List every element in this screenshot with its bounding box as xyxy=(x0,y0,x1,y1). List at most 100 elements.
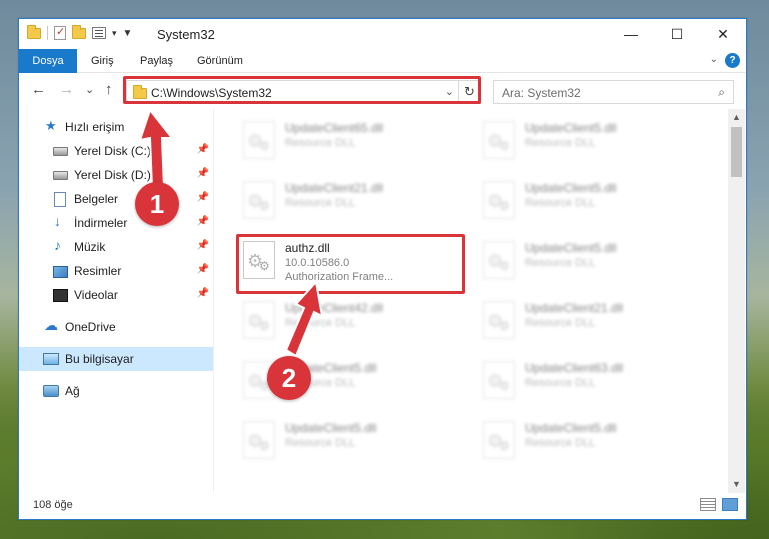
sidebar-item-label: Yerel Disk (D:) xyxy=(74,168,151,182)
sidebar-item-quick-access[interactable]: ★ Hızlı erişim xyxy=(19,115,213,139)
sidebar-item-pictures[interactable]: Resimler 📌 xyxy=(19,259,213,283)
computer-icon xyxy=(43,353,59,365)
vertical-scrollbar[interactable]: ▲ ▼ xyxy=(728,109,745,493)
pin-icon[interactable]: 📌 xyxy=(197,264,209,275)
tiles-view-icon[interactable] xyxy=(722,498,738,511)
forward-button[interactable]: → xyxy=(59,81,74,98)
dll-file-icon xyxy=(483,181,515,219)
toolbar-menu-icon[interactable]: ▼ xyxy=(123,28,133,39)
file-type: Resource DLL xyxy=(525,317,596,329)
pictures-icon xyxy=(53,266,68,278)
file-highlight-box xyxy=(236,234,465,294)
sidebar-item-label: İndirmeler xyxy=(74,216,128,230)
dll-file-icon xyxy=(243,421,275,459)
dll-file-icon xyxy=(483,241,515,279)
sidebar-item-this-pc[interactable]: Bu bilgisayar xyxy=(19,347,213,371)
tab-share[interactable]: Paylaş xyxy=(140,49,173,73)
file-tile[interactable]: UpdateClient5.dll Resource DLL xyxy=(477,413,707,469)
up-button[interactable]: ↑ xyxy=(105,81,113,98)
file-tile[interactable]: UpdateClient21.dll Resource DLL xyxy=(237,173,467,229)
properties-check-icon[interactable] xyxy=(54,25,66,40)
file-name: UpdateClient42.dll xyxy=(285,301,384,315)
tab-file[interactable]: Dosya xyxy=(19,49,77,73)
file-name: UpdateClient5.dll xyxy=(525,421,617,435)
dll-file-icon xyxy=(243,121,275,159)
expand-ribbon-icon[interactable]: ⌄ xyxy=(710,54,718,65)
pin-icon[interactable]: 📌 xyxy=(197,192,209,203)
maximize-button[interactable]: ☐ xyxy=(654,19,700,49)
sidebar-item-label: Müzik xyxy=(74,240,106,254)
address-highlight-box xyxy=(123,76,481,104)
file-name: UpdateClient65.dll xyxy=(285,121,384,135)
sidebar-item-local-disk-c[interactable]: Yerel Disk (C:) 📌 xyxy=(19,139,213,163)
sidebar-item-local-disk-d[interactable]: Yerel Disk (D:) 📌 xyxy=(19,163,213,187)
download-icon: ↓ xyxy=(54,213,61,229)
pin-icon[interactable]: 📌 xyxy=(197,144,209,155)
file-type: Resource DLL xyxy=(285,317,356,329)
file-tile[interactable]: UpdateClient5.dll Resource DLL xyxy=(237,413,467,469)
details-view-icon[interactable] xyxy=(700,498,716,511)
search-input[interactable]: Ara: System32 ⌕ xyxy=(493,80,734,104)
file-tile[interactable]: UpdateClient42.dll Resource DLL xyxy=(237,293,467,349)
file-type: Resource DLL xyxy=(525,377,596,389)
file-tile[interactable]: UpdateClient21.dll Resource DLL xyxy=(477,293,707,349)
documents-icon xyxy=(54,192,66,207)
sidebar-item-label: OneDrive xyxy=(65,320,116,334)
sidebar-item-videos[interactable]: Videolar 📌 xyxy=(19,283,213,307)
scroll-up-icon[interactable]: ▲ xyxy=(728,109,745,126)
new-folder-icon[interactable] xyxy=(72,24,86,39)
cloud-icon: ☁ xyxy=(44,317,58,333)
file-tile[interactable]: UpdateClient65.dll Resource DLL xyxy=(237,113,467,169)
pin-icon[interactable]: 📌 xyxy=(197,240,209,251)
sidebar-item-label: Videolar xyxy=(74,288,118,302)
title-bar: ▾ ▼ System32 — ☐ ✕ xyxy=(19,19,746,49)
sidebar-item-onedrive[interactable]: ☁ OneDrive xyxy=(19,315,213,339)
sidebar-item-documents[interactable]: Belgeler 📌 xyxy=(19,187,213,211)
file-tile[interactable]: UpdateClient5.dll Resource DLL xyxy=(477,113,707,169)
music-icon: ♪ xyxy=(54,237,61,253)
dll-file-icon xyxy=(483,301,515,339)
file-name: UpdateClient5.dll xyxy=(525,121,617,135)
view-options-icon[interactable] xyxy=(92,27,106,39)
network-icon xyxy=(43,385,59,397)
file-tile[interactable]: UpdateClient5.dll Resource DLL xyxy=(477,173,707,229)
file-tile[interactable]: UpdateClient5.dll Resource DLL xyxy=(477,233,707,289)
disk-icon xyxy=(53,171,68,180)
sidebar-item-music[interactable]: ♪ Müzik 📌 xyxy=(19,235,213,259)
window-controls: — ☐ ✕ xyxy=(608,19,746,49)
videos-icon xyxy=(53,289,68,302)
pin-icon[interactable]: 📌 xyxy=(197,216,209,227)
file-name: UpdateClient5.dll xyxy=(525,241,617,255)
file-list: UpdateClient65.dll Resource DLL UpdateCl… xyxy=(215,109,731,493)
recent-locations-button[interactable]: ⌄ xyxy=(85,83,94,96)
minimize-button[interactable]: — xyxy=(608,19,654,49)
tab-home[interactable]: Giriş xyxy=(91,49,114,73)
star-icon: ★ xyxy=(45,118,57,133)
pin-icon[interactable]: 📌 xyxy=(197,168,209,179)
search-icon[interactable]: ⌕ xyxy=(718,85,725,100)
toolbar-separator xyxy=(47,26,48,40)
sidebar-item-downloads[interactable]: ↓ İndirmeler 📌 xyxy=(19,211,213,235)
tab-view[interactable]: Görünüm xyxy=(197,49,243,73)
file-tile[interactable]: UpdateClient63.dll Resource DLL xyxy=(477,353,707,409)
dll-file-icon xyxy=(483,361,515,399)
sidebar-item-network[interactable]: Ağ xyxy=(19,379,213,403)
disk-icon xyxy=(53,147,68,156)
pin-icon[interactable]: 📌 xyxy=(197,288,209,299)
search-placeholder: Ara: System32 xyxy=(502,86,581,100)
help-icon[interactable]: ? xyxy=(725,53,740,68)
sidebar-item-label: Belgeler xyxy=(74,192,119,206)
pane-divider[interactable] xyxy=(213,109,214,493)
item-count: 108 öğe xyxy=(33,499,73,511)
file-type: Resource DLL xyxy=(285,137,356,149)
file-name: UpdateClient21.dll xyxy=(525,301,624,315)
close-button[interactable]: ✕ xyxy=(700,19,746,49)
file-type: Resource DLL xyxy=(525,437,596,449)
back-button[interactable]: ← xyxy=(31,81,46,98)
sidebar-item-label: Bu bilgisayar xyxy=(65,352,134,366)
file-name: UpdateClient21.dll xyxy=(285,181,384,195)
scroll-thumb[interactable] xyxy=(731,127,742,177)
sidebar-item-label: Hızlı erişim xyxy=(65,120,125,134)
ribbon-tabs: Dosya Giriş Paylaş Görünüm ⌄ ? xyxy=(19,49,746,73)
customize-toolbar-dropdown[interactable]: ▾ xyxy=(112,28,117,39)
